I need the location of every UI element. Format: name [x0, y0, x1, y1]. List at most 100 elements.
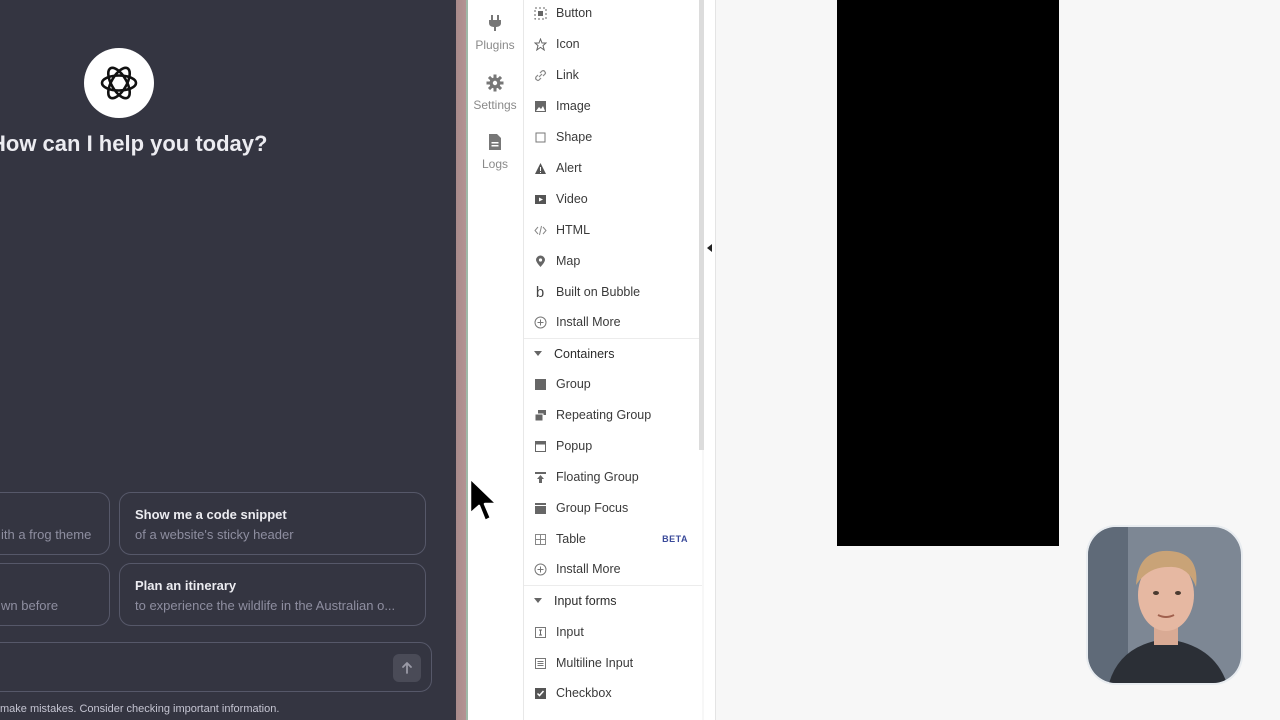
section-containers[interactable]: Containers: [524, 338, 702, 368]
star-icon: [533, 37, 547, 51]
gear-icon: [486, 74, 504, 92]
palette-item-label: Popup: [556, 439, 593, 453]
palette-item-checkbox[interactable]: Checkbox: [524, 678, 702, 708]
palette-item-label: Link: [556, 68, 579, 82]
multiline-input-icon: [533, 656, 547, 670]
disclaimer-text: make mistakes. Consider checking importa…: [0, 703, 280, 715]
palette-item-label: Group: [556, 377, 591, 391]
palette-item-label: Map: [556, 254, 581, 268]
palette-item-install-more[interactable]: Install More: [524, 554, 702, 584]
palette-item-group[interactable]: Group: [524, 369, 702, 399]
palette-item-label: Group Focus: [556, 501, 629, 515]
rail-item-label: Logs: [481, 157, 509, 171]
palette-item-icon[interactable]: Icon: [524, 29, 702, 59]
canvas-element-black[interactable]: [837, 0, 1059, 546]
suggestion-card[interactable]: ith a frog theme: [0, 492, 110, 555]
palette-item-label: Built on Bubble: [556, 285, 641, 299]
floating-group-icon: [533, 470, 547, 484]
suggestion-subtitle: ith a frog theme: [1, 527, 92, 542]
rail-item-label: Plugins: [475, 38, 515, 52]
button-icon: [533, 6, 547, 20]
palette-item-image[interactable]: Image: [524, 91, 702, 121]
palette-item-label: Button: [556, 6, 593, 20]
suggestion-subtitle: to experience the wildlife in the Austra…: [135, 598, 396, 613]
suggestion-card[interactable]: wn before: [0, 563, 110, 626]
suggestion-title: [0, 578, 94, 593]
send-button[interactable]: [393, 654, 421, 682]
warning-icon: [533, 161, 547, 175]
suggestion-card[interactable]: Plan an itinerary to experience the wild…: [119, 563, 426, 626]
palette-item-multiline-input[interactable]: Multiline Input: [524, 648, 702, 678]
group-icon: [533, 377, 547, 391]
plus-circle-icon: [533, 562, 547, 576]
palette-item-link[interactable]: Link: [524, 60, 702, 90]
message-input[interactable]: [0, 642, 432, 692]
rail-item-settings[interactable]: Settings: [468, 74, 522, 112]
palette-item-label: Install More: [556, 315, 621, 329]
rail-item-logs[interactable]: Logs: [468, 133, 522, 171]
suggestion-subtitle: of a website's sticky header: [135, 527, 294, 542]
code-icon: [533, 223, 547, 237]
checkbox-icon: [533, 686, 547, 700]
chevron-down-icon: [534, 598, 542, 603]
palette-item-shape[interactable]: Shape: [524, 122, 702, 152]
palette-collapse-strip[interactable]: [704, 0, 716, 720]
input-icon: [533, 625, 547, 639]
suggestion-card[interactable]: Show me a code snippet of a website's st…: [119, 492, 426, 555]
collapse-arrow-icon[interactable]: [707, 244, 712, 252]
rail-item-plugins[interactable]: Plugins: [468, 14, 522, 52]
element-palette: Button Icon Link Image Shape Alert Video: [524, 0, 702, 720]
mouse-cursor-icon: [468, 476, 499, 523]
palette-item-label: Repeating Group: [556, 408, 652, 422]
section-title: Input forms: [554, 593, 617, 608]
palette-item-group-focus[interactable]: Group Focus: [524, 493, 702, 523]
palette-item-label: Input: [556, 625, 584, 639]
palette-item-floating-group[interactable]: Floating Group: [524, 462, 702, 492]
arrow-up-icon: [402, 662, 412, 674]
editor-side-rail: Plugins Settings Logs: [468, 0, 524, 720]
palette-item-label: Video: [556, 192, 588, 206]
palette-item-label: Icon: [556, 37, 580, 51]
palette-item-popup[interactable]: Popup: [524, 431, 702, 461]
palette-item-video[interactable]: Video: [524, 184, 702, 214]
table-icon: [533, 532, 547, 546]
palette-item-label: Multiline Input: [556, 656, 634, 670]
palette-item-built-on-bubble[interactable]: b Built on Bubble: [524, 277, 702, 307]
suggestion-title: [0, 507, 94, 522]
palette-item-label: Image: [556, 99, 591, 113]
link-icon: [533, 68, 547, 82]
palette-item-table[interactable]: Table BETA: [524, 524, 702, 554]
palette-item-map[interactable]: Map: [524, 246, 702, 276]
chevron-down-icon: [534, 351, 542, 356]
plug-icon: [489, 15, 501, 31]
palette-item-input[interactable]: Input: [524, 617, 702, 647]
suggestion-title: Plan an itinerary: [135, 578, 237, 593]
video-icon: [533, 192, 547, 206]
webcam-overlay: [1086, 525, 1243, 685]
palette-item-repeating-group[interactable]: Repeating Group: [524, 400, 702, 430]
beta-badge: BETA: [662, 534, 688, 544]
bubble-logo-icon: b: [535, 283, 545, 301]
popup-icon: [533, 439, 547, 453]
palette-item-label: Shape: [556, 130, 593, 144]
palette-item-button[interactable]: Button: [524, 0, 702, 28]
presenter-avatar: [1088, 527, 1241, 683]
palette-item-alert[interactable]: Alert: [524, 153, 702, 183]
rail-item-label: Settings: [473, 98, 517, 112]
palette-item-label: Checkbox: [556, 686, 612, 700]
window-divider: [456, 0, 466, 720]
document-icon: [489, 134, 501, 150]
suggestion-subtitle: wn before: [1, 598, 59, 613]
map-pin-icon: [533, 254, 547, 268]
palette-item-label: Floating Group: [556, 470, 639, 484]
openai-logo-icon: [84, 48, 154, 118]
palette-item-label: Table: [556, 532, 586, 546]
chat-heading: How can I help you today?: [0, 131, 268, 156]
group-focus-icon: [533, 501, 547, 515]
square-icon: [533, 130, 547, 144]
palette-item-html[interactable]: HTML: [524, 215, 702, 245]
screen: How can I help you today? ith a frog the…: [0, 0, 1280, 720]
suggestion-title: Show me a code snippet: [135, 507, 287, 522]
section-input-forms[interactable]: Input forms: [524, 585, 702, 615]
palette-item-install-more[interactable]: Install More: [524, 307, 702, 337]
